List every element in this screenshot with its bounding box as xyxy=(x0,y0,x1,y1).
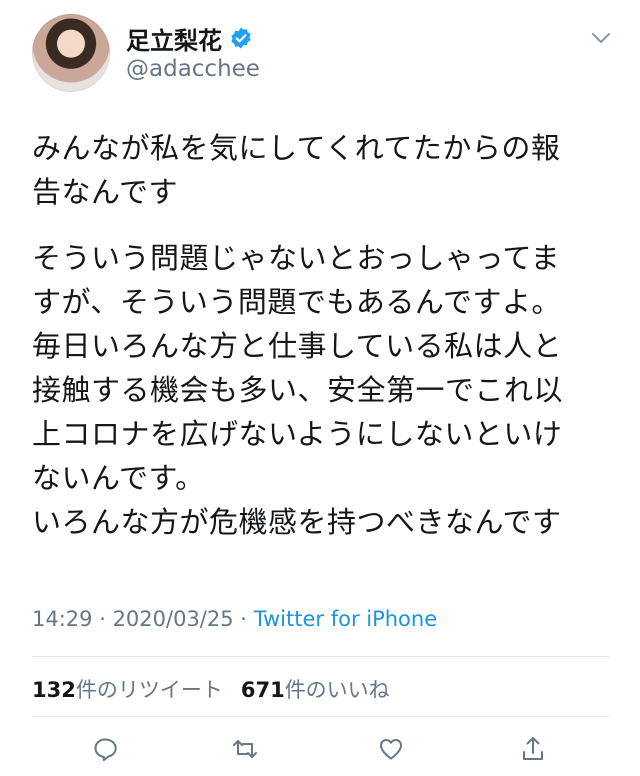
share-icon[interactable] xyxy=(518,734,548,764)
tweet-meta: 14:29 · 2020/03/25 · Twitter for iPhone xyxy=(32,607,437,631)
retweets-stat[interactable]: 132件のリツイート xyxy=(32,674,223,704)
retweets-count: 132 xyxy=(32,678,76,702)
avatar[interactable] xyxy=(32,14,110,92)
meta-separator: · xyxy=(92,607,113,631)
author-handle[interactable]: @adacchee xyxy=(126,56,260,82)
tweet-source-link[interactable]: Twitter for iPhone xyxy=(254,607,438,631)
tweet-stats: 132件のリツイート 671件のいいね xyxy=(32,674,408,704)
tweet-text-paragraph-2: そういう問題じゃないとおっしゃってま すが、そういう問題でもあるんですよ。 毎日… xyxy=(32,241,564,539)
divider xyxy=(32,656,609,657)
likes-label: 件のいいね xyxy=(284,678,390,702)
tweet-text-paragraph-1: みんなが私を気にしてくれてたからの報 告なんです xyxy=(32,131,561,209)
tweet-time[interactable]: 14:29 xyxy=(32,607,93,631)
likes-stat[interactable]: 671件のいいね xyxy=(241,674,390,704)
chevron-down-icon[interactable] xyxy=(590,30,612,46)
reply-icon[interactable] xyxy=(90,734,120,764)
retweet-icon[interactable] xyxy=(230,734,260,764)
divider xyxy=(32,716,609,717)
meta-separator: · xyxy=(233,607,254,631)
retweets-label: 件のリツイート xyxy=(75,678,223,702)
author-name-row: 足立梨花 xyxy=(126,20,253,56)
likes-count: 671 xyxy=(240,678,285,702)
verified-badge-icon xyxy=(229,26,253,50)
tweet-date[interactable]: 2020/03/25 xyxy=(113,607,234,631)
author-display-name[interactable]: 足立梨花 xyxy=(126,21,222,56)
heart-icon[interactable] xyxy=(376,734,406,764)
